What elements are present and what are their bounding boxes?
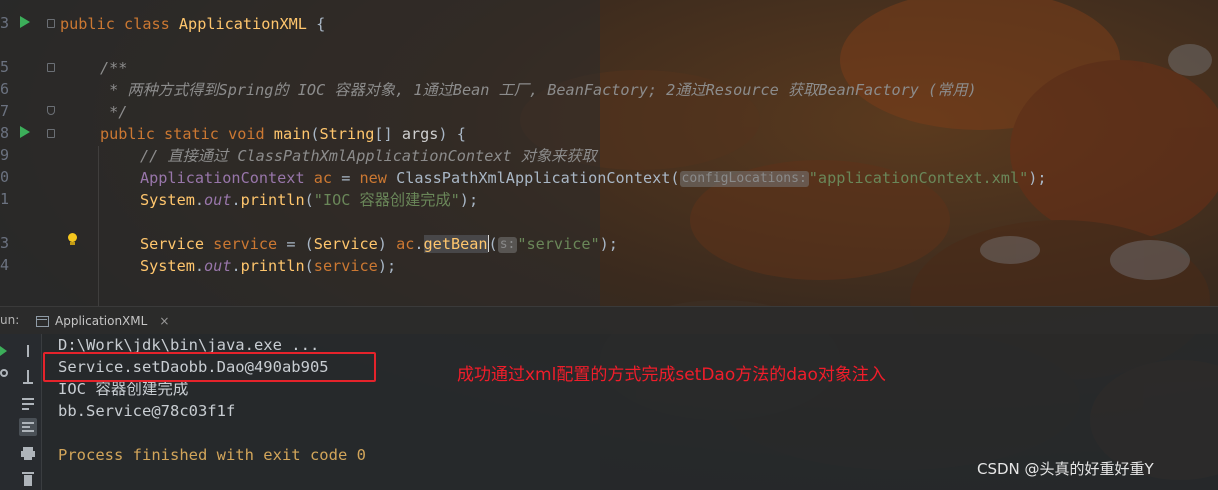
code-line: System.out.println(service); — [140, 257, 397, 275]
lightbulb-icon[interactable] — [67, 233, 78, 245]
console-toolbar — [0, 334, 42, 490]
line-number: 8 — [0, 124, 10, 142]
code-editor[interactable]: 3 5 6 7 8 9 0 1 3 4 public class Applica… — [0, 0, 1218, 306]
code-line: public static void main(String[] args) { — [100, 125, 466, 143]
fold-marker-icon[interactable] — [47, 129, 55, 138]
console-line: bb.Service@78c03f1f — [58, 402, 236, 420]
fold-marker-icon[interactable] — [47, 63, 55, 72]
line-number: 9 — [0, 146, 10, 164]
code-line: ApplicationContext ac = new ClassPathXml… — [140, 169, 1047, 187]
code-line: /** — [100, 59, 128, 77]
line-number: 7 — [0, 102, 10, 120]
line-number: 3 — [0, 234, 10, 252]
code-line: Service service = (Service) ac.getBean(s… — [140, 235, 618, 253]
console-tab-icon — [36, 315, 49, 327]
code-line: public class ApplicationXML { — [60, 15, 326, 33]
line-number: 0 — [0, 168, 10, 186]
line-number: 6 — [0, 80, 10, 98]
run-class-icon[interactable] — [20, 16, 30, 28]
close-tab-icon[interactable]: × — [159, 314, 169, 328]
code-line: // 直接通过 ClassPathXmlApplicationContext 对… — [140, 147, 597, 165]
line-number: 3 — [0, 14, 10, 32]
run-main-icon[interactable] — [20, 126, 30, 138]
parameter-hint: s: — [497, 237, 518, 253]
ide-window: 3 5 6 7 8 9 0 1 3 4 public class Applica… — [0, 0, 1218, 490]
fold-marker-icon[interactable] — [47, 19, 55, 28]
console-exit-line: Process finished with exit code 0 — [58, 446, 366, 464]
print-icon[interactable] — [19, 444, 37, 462]
indent-guide — [98, 146, 99, 306]
line-number: 5 — [0, 58, 10, 76]
annotation-text: 成功通过xml配置的方式完成setDao方法的dao对象注入 — [457, 365, 886, 385]
run-toolwindow-header: un: ApplicationXML × — [0, 306, 1218, 334]
fold-marker-icon[interactable] — [47, 106, 55, 115]
tab-application-xml[interactable]: ApplicationXML × — [30, 307, 177, 335]
scroll-to-end-icon[interactable] — [19, 418, 37, 436]
rerun-icon[interactable] — [0, 344, 10, 358]
trash-icon[interactable] — [19, 470, 37, 488]
code-line: * 两种方式得到Spring的 IOC 容器对象, 1通过Bean 工厂, Be… — [100, 81, 977, 99]
scroll-up-icon[interactable] — [19, 342, 37, 360]
line-number: 4 — [0, 256, 10, 274]
code-line: System.out.println("IOC 容器创建完成"); — [140, 191, 479, 209]
code-line: */ — [100, 103, 128, 121]
run-panel-label: un: — [0, 313, 20, 327]
highlight-box — [43, 352, 376, 382]
scroll-down-icon[interactable] — [19, 368, 37, 386]
line-number: 1 — [0, 190, 10, 208]
soft-wrap-icon[interactable] — [19, 394, 37, 412]
parameter-hint: configLocations: — [679, 171, 809, 187]
wrench-icon[interactable] — [0, 366, 10, 380]
tab-label: ApplicationXML — [55, 314, 148, 328]
watermark: CSDN @头真的好重好重Y — [977, 460, 1154, 478]
